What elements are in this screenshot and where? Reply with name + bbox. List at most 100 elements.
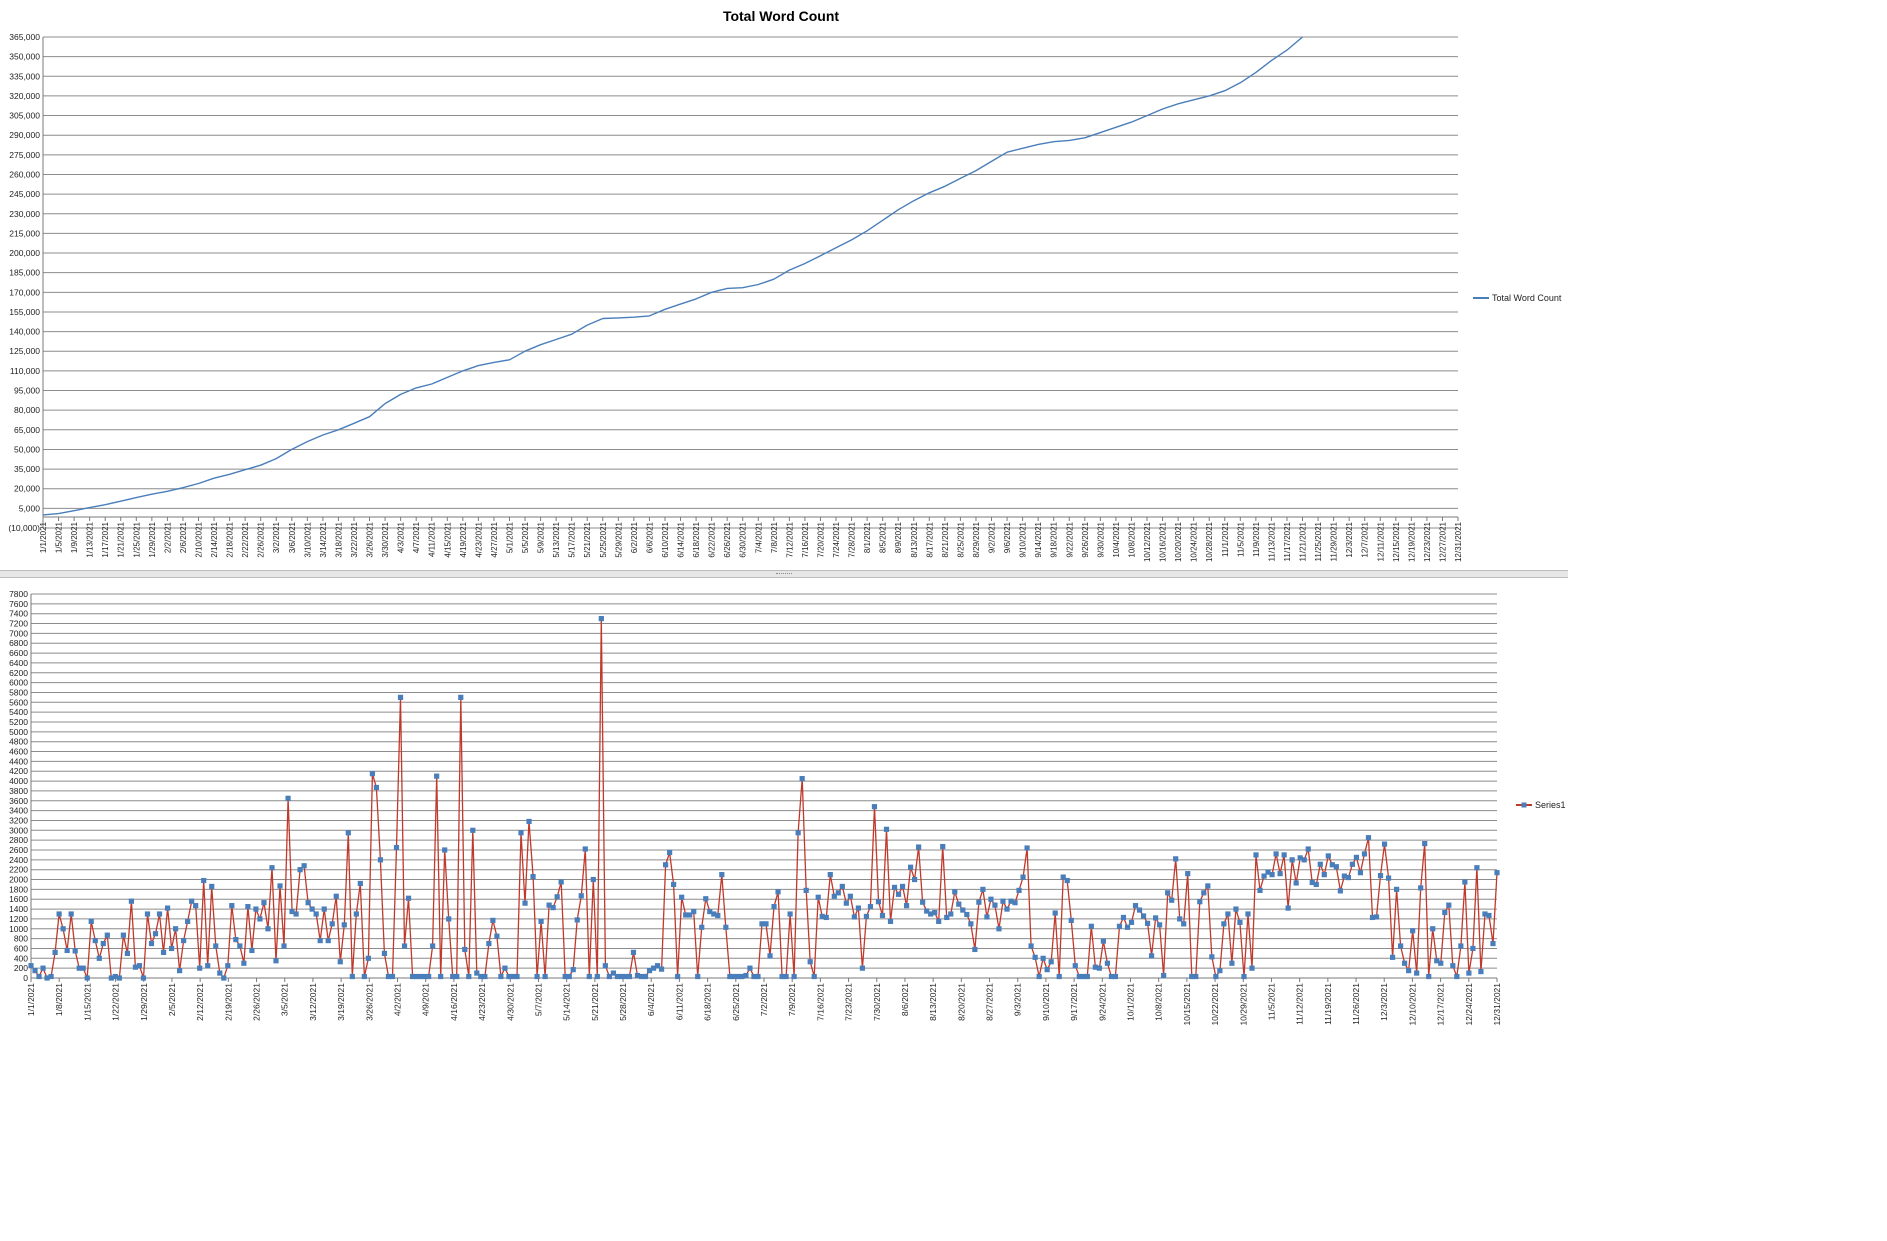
data-point: [992, 902, 998, 908]
x-tick-label: 1/29/2021: [148, 521, 157, 557]
x-tick-label: 4/3/2021: [397, 521, 406, 553]
data-point: [265, 926, 271, 932]
data-point: [462, 946, 468, 953]
data-point: [1410, 928, 1416, 934]
data-point: [1426, 973, 1432, 980]
data-point: [1124, 924, 1131, 930]
data-point: [486, 940, 492, 947]
y-tick-label: 4800: [9, 737, 28, 747]
x-tick-label: 8/25/2021: [956, 521, 965, 557]
x-tick-label: 5/9/2021: [537, 521, 546, 553]
data-point: [454, 973, 460, 980]
total-word-count-svg: Total Word Count (10,000) 5,000 20,000 35,0…: [8, 8, 1562, 562]
x-tick-label: 6/6/2021: [645, 521, 654, 553]
x-tick-label: 12/15/2021: [1392, 521, 1401, 562]
data-point: [1213, 973, 1219, 980]
data-point: [96, 955, 102, 961]
data-point: [1153, 915, 1159, 921]
data-point: [908, 864, 914, 870]
data-point: [1056, 973, 1062, 980]
x-tick-label: 8/21/2021: [941, 521, 950, 557]
data-point: [189, 898, 195, 904]
x-tick-label: 3/19/2021: [336, 983, 346, 1021]
data-point: [277, 883, 283, 889]
pane-splitter[interactable]: [0, 570, 1568, 578]
x-tick-label: 7/12/2021: [785, 521, 794, 557]
data-point: [887, 918, 894, 924]
x-tick-label: 9/17/2021: [1069, 983, 1079, 1021]
data-point: [1301, 857, 1307, 863]
data-point: [912, 876, 918, 883]
legend: Total Word Count: [1473, 293, 1562, 303]
x-tick-label: 11/13/2021: [1267, 521, 1276, 561]
y-tick-label: 3600: [9, 796, 28, 806]
y-tick-label: 4600: [9, 747, 28, 757]
x-tick-label: 11/19/2021: [1323, 983, 1333, 1025]
data-point: [253, 906, 259, 912]
y-tick-label: 2200: [9, 865, 28, 875]
x-tick-label: 5/17/2021: [568, 521, 577, 557]
daily-word-count-chart[interactable]: 0 200 400 600 800 1000 1200 1400 1600 1800 2000 220…: [0, 578, 1568, 1031]
data-point: [550, 905, 556, 911]
data-point: [40, 965, 46, 971]
data-point: [851, 914, 857, 920]
data-point: [490, 917, 496, 923]
data-point: [1116, 923, 1123, 929]
x-tick-label: 5/21/2021: [590, 983, 600, 1021]
x-tick-label: 6/30/2021: [739, 521, 748, 557]
x-tick-label: 1/21/2021: [117, 521, 126, 557]
data-point: [1052, 910, 1058, 916]
y-tick-label: 95,000: [14, 386, 40, 396]
x-tick-label: 5/5/2021: [521, 521, 530, 553]
x-tick-label: 1/15/2021: [82, 983, 92, 1021]
data-point: [767, 953, 773, 959]
x-tick-label: 1/29/2021: [139, 983, 149, 1021]
splitter-grip-icon[interactable]: [776, 573, 792, 576]
y-tick-label: 400: [14, 953, 28, 963]
data-point: [895, 891, 902, 897]
data-point: [221, 975, 227, 981]
data-point: [430, 943, 436, 949]
y-tick-label: 6200: [9, 668, 28, 678]
x-tick-label: 2/18/2021: [226, 521, 235, 557]
data-point: [369, 771, 375, 777]
data-point: [1494, 870, 1500, 876]
x-tick-label: 6/11/2021: [674, 983, 684, 1020]
x-tick-label: 10/22/2021: [1210, 983, 1220, 1026]
data-point: [1128, 919, 1135, 925]
data-point: [1325, 853, 1331, 859]
data-point: [1486, 912, 1492, 919]
x-tick-label: 1/1/2021: [39, 521, 48, 553]
data-point: [1084, 973, 1090, 980]
x-tick-label: 10/1/2021: [1126, 983, 1136, 1021]
data-point: [1024, 845, 1030, 851]
data-point: [104, 932, 110, 938]
data-point: [771, 904, 777, 910]
y-tick-label: 5200: [9, 717, 28, 727]
data-point: [1474, 865, 1480, 871]
data-point: [1249, 965, 1255, 971]
x-tick-label: 9/30/2021: [1096, 521, 1105, 557]
data-point: [1450, 963, 1456, 969]
x-tick-label: 10/12/2021: [1143, 521, 1152, 562]
total-word-count-chart[interactable]: Total Word Count (10,000) 5,000 20,000 35,0…: [0, 0, 1568, 570]
data-point: [1293, 880, 1299, 886]
x-tick-label: 7/8/2021: [770, 521, 779, 553]
data-point: [213, 943, 219, 949]
daily-word-count-svg: 0200400600800100012001400160018002000220…: [9, 589, 1565, 1026]
data-point: [494, 933, 500, 939]
data-point: [301, 863, 307, 869]
data-point: [964, 911, 970, 918]
y-tick-label: 6400: [9, 658, 28, 668]
data-point: [538, 918, 544, 924]
data-point: [217, 970, 223, 976]
data-point: [1357, 870, 1364, 876]
x-tick-label: 8/13/2021: [910, 521, 919, 557]
data-point: [229, 903, 235, 909]
x-tick-label: 4/2/2021: [393, 983, 403, 1016]
x-tick-label: 5/21/2021: [583, 521, 592, 557]
data-point: [273, 958, 279, 964]
x-tick-label: 12/24/2021: [1464, 983, 1474, 1026]
x-tick-label: 6/14/2021: [677, 521, 686, 557]
data-point: [1237, 919, 1243, 925]
